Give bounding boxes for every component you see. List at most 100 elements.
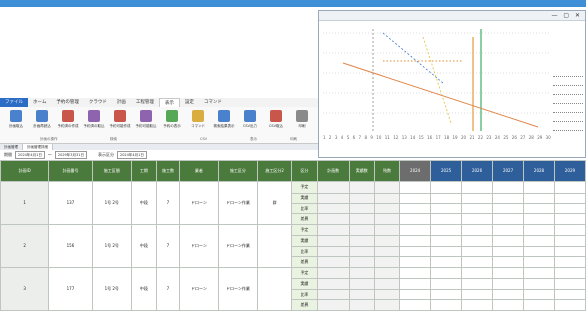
year-cell[interactable] <box>523 235 555 247</box>
menu-tab-5[interactable]: 工程管理 <box>131 98 159 107</box>
year-cell[interactable] <box>553 266 586 280</box>
value-cell[interactable] <box>316 278 350 290</box>
year-cell[interactable] <box>461 278 494 290</box>
year-cell[interactable] <box>399 266 432 280</box>
year-cell[interactable] <box>430 256 463 268</box>
column-header[interactable]: 2024 <box>399 160 432 182</box>
year-cell[interactable] <box>553 202 586 215</box>
year-cell[interactable] <box>492 192 525 205</box>
ribbon-button-1[interactable]: 計画再読込 <box>30 110 54 136</box>
year-cell[interactable] <box>399 245 432 258</box>
menu-tab-6[interactable]: 表示 <box>158 97 180 108</box>
menu-tab-2[interactable]: 予約の管理 <box>51 98 84 107</box>
year-cell[interactable] <box>430 278 463 290</box>
year-cell[interactable] <box>553 245 586 258</box>
value-cell[interactable] <box>316 256 350 268</box>
value-cell[interactable] <box>373 278 401 290</box>
year-cell[interactable] <box>461 245 494 258</box>
value-cell[interactable] <box>373 192 401 205</box>
value-cell[interactable] <box>348 192 375 205</box>
column-header[interactable]: 2026 <box>461 160 494 182</box>
column-header[interactable]: 施工数 <box>155 160 180 182</box>
column-header[interactable]: 区分 <box>291 160 318 182</box>
ribbon-button-7[interactable]: コマンド <box>186 110 210 136</box>
value-cell[interactable] <box>348 288 375 301</box>
column-header[interactable]: 2029 <box>553 160 586 182</box>
chart-window-titlebar[interactable]: — ▢ ✕ <box>319 11 585 21</box>
year-cell[interactable] <box>399 278 432 290</box>
year-cell[interactable] <box>399 256 432 268</box>
year-cell[interactable] <box>399 223 432 237</box>
value-cell[interactable] <box>348 278 375 290</box>
year-cell[interactable] <box>553 299 586 311</box>
value-cell[interactable] <box>373 213 401 225</box>
year-cell[interactable] <box>492 245 525 258</box>
value-cell[interactable] <box>373 299 401 311</box>
value-cell[interactable] <box>348 202 375 215</box>
year-cell[interactable] <box>523 180 555 194</box>
year-cell[interactable] <box>553 192 586 205</box>
column-header[interactable]: 2027 <box>492 160 525 182</box>
row-id[interactable]: 1 <box>0 180 50 225</box>
year-cell[interactable] <box>553 278 586 290</box>
value-cell[interactable] <box>316 180 350 194</box>
year-cell[interactable] <box>492 235 525 247</box>
year-cell[interactable] <box>461 288 494 301</box>
year-cell[interactable] <box>399 213 432 225</box>
column-header[interactable]: 施工区分2 <box>256 160 293 182</box>
menu-tab-3[interactable]: クラウド <box>84 98 112 107</box>
date-to-field[interactable]: 2029年3月31日 <box>54 150 87 159</box>
year-cell[interactable] <box>399 288 432 301</box>
value-cell[interactable] <box>373 266 401 280</box>
year-cell[interactable] <box>461 256 494 268</box>
date-from-field[interactable]: 2024年4月1日 <box>15 150 45 159</box>
year-cell[interactable] <box>461 223 494 237</box>
year-cell[interactable] <box>553 180 586 194</box>
column-header[interactable]: 2025 <box>430 160 463 182</box>
row-id[interactable]: 3 <box>0 266 50 311</box>
year-cell[interactable] <box>492 266 525 280</box>
year-cell[interactable] <box>492 299 525 311</box>
year-cell[interactable] <box>523 299 555 311</box>
year-cell[interactable] <box>430 235 463 247</box>
year-cell[interactable] <box>461 235 494 247</box>
value-cell[interactable] <box>348 213 375 225</box>
ribbon-button-4[interactable]: 予約可能作成 <box>108 110 132 136</box>
year-cell[interactable] <box>461 192 494 205</box>
column-header[interactable]: 計画ID <box>0 160 50 182</box>
year-cell[interactable] <box>523 256 555 268</box>
year-cell[interactable] <box>492 202 525 215</box>
year-cell[interactable] <box>553 256 586 268</box>
column-header[interactable]: 計画番号 <box>48 160 93 182</box>
year-cell[interactable] <box>399 235 432 247</box>
year-cell[interactable] <box>523 213 555 225</box>
year-cell[interactable] <box>430 202 463 215</box>
year-cell[interactable] <box>399 202 432 215</box>
value-cell[interactable] <box>348 245 375 258</box>
ribbon-button-0[interactable]: 計画取込 <box>4 110 28 136</box>
column-header[interactable]: 工期 <box>130 160 157 182</box>
year-cell[interactable] <box>492 213 525 225</box>
menu-tab-8[interactable]: コマンド <box>199 98 227 107</box>
value-cell[interactable] <box>373 202 401 215</box>
year-cell[interactable] <box>461 266 494 280</box>
year-cell[interactable] <box>461 213 494 225</box>
column-header[interactable]: 2028 <box>523 160 555 182</box>
value-cell[interactable] <box>348 299 375 311</box>
year-cell[interactable] <box>430 288 463 301</box>
value-cell[interactable] <box>373 235 401 247</box>
menu-tab-0[interactable]: ファイル <box>0 98 28 107</box>
year-cell[interactable] <box>461 202 494 215</box>
menu-tab-7[interactable]: 設定 <box>180 98 199 107</box>
value-cell[interactable] <box>348 223 375 237</box>
year-cell[interactable] <box>492 288 525 301</box>
ribbon-button-8[interactable]: 検索結果表示 <box>212 110 236 136</box>
year-cell[interactable] <box>430 192 463 205</box>
year-cell[interactable] <box>399 180 432 194</box>
year-cell[interactable] <box>492 278 525 290</box>
year-cell[interactable] <box>399 192 432 205</box>
year-cell[interactable] <box>523 245 555 258</box>
year-cell[interactable] <box>523 202 555 215</box>
column-header[interactable]: 業者 <box>178 160 219 182</box>
year-cell[interactable] <box>430 213 463 225</box>
